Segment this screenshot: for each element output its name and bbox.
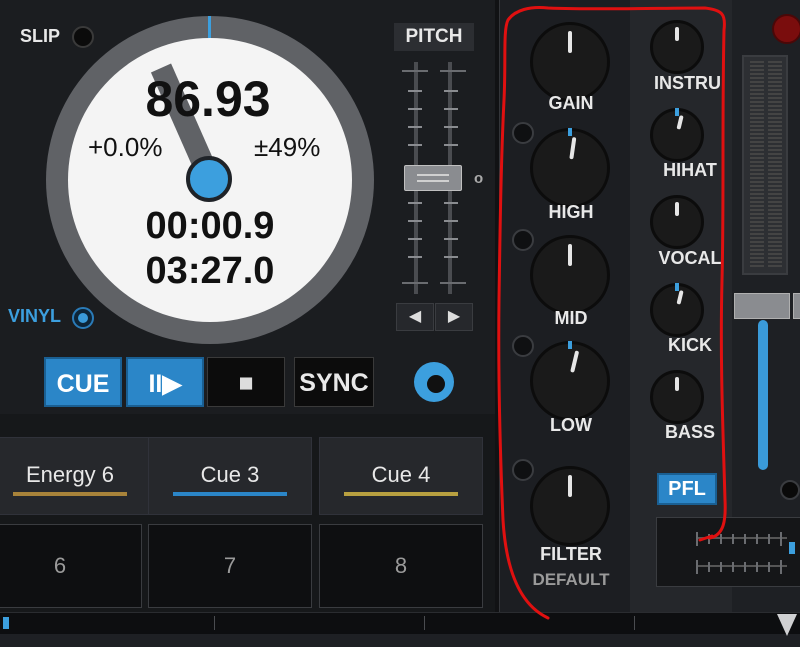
hotcue-button-3[interactable]: Cue 4 <box>319 437 483 515</box>
timeline-tick <box>214 616 215 630</box>
stop-button[interactable]: ■ <box>207 357 285 407</box>
hotcue-color-bar <box>13 492 127 496</box>
kick-stem-label: KICK <box>668 335 712 355</box>
pitch-range[interactable]: ±49% <box>254 132 320 163</box>
platter-hub <box>186 156 232 202</box>
knob-position-marker <box>568 128 572 136</box>
vocal-stem-knob[interactable] <box>650 195 704 249</box>
elapsed-time: 00:00.9 <box>145 205 275 247</box>
play-pause-button[interactable]: II▶ <box>126 357 204 407</box>
high-eq-knob[interactable] <box>530 128 610 208</box>
mid-eq-label: MID <box>554 308 588 328</box>
timeline-play-marker <box>3 617 9 629</box>
high-eq-label: HIGH <box>548 202 594 222</box>
filter-knob[interactable] <box>530 466 610 546</box>
kick-stem-knob[interactable] <box>650 283 704 337</box>
vu-meter <box>742 55 788 275</box>
hihat-stem-label: HIHAT <box>663 160 717 180</box>
hotcue-button-1[interactable]: Energy 6 <box>0 437 152 515</box>
hotcue-color-bar <box>173 492 287 496</box>
low-kill-toggle[interactable] <box>512 335 534 357</box>
pfl-button[interactable]: PFL <box>657 473 717 505</box>
timeline-tick <box>634 616 635 630</box>
low-eq-label: LOW <box>550 415 592 435</box>
channel-fader-handle[interactable] <box>734 293 790 319</box>
hotcue-button-2[interactable]: Cue 3 <box>148 437 312 515</box>
hotcue-label: Cue 4 <box>371 462 431 487</box>
knob-position-marker <box>568 341 572 349</box>
remaining-time: 03:27.0 <box>145 250 275 292</box>
gain-label: GAIN <box>548 93 594 113</box>
crossfader-assign-toggle[interactable] <box>780 480 800 500</box>
gain-knob[interactable] <box>530 22 610 102</box>
crossfader-scale <box>696 532 795 574</box>
timeline-tick <box>424 616 425 630</box>
pad-8[interactable]: 8 <box>319 524 483 608</box>
high-kill-toggle[interactable] <box>512 122 534 144</box>
vinyl-label: VINYL <box>8 306 62 326</box>
filter-mode-label: DEFAULT <box>532 570 610 589</box>
pad-6[interactable]: 6 <box>0 524 142 608</box>
mid-kill-toggle[interactable] <box>512 229 534 251</box>
hotcue-color-bar <box>344 492 458 496</box>
cue-button[interactable]: CUE <box>44 357 122 407</box>
hotcue-label: Energy 6 <box>25 462 115 487</box>
pitch-bend-down-button[interactable]: ◀ <box>396 303 434 331</box>
timeline-playhead-icon[interactable] <box>777 614 797 636</box>
hihat-stem-knob[interactable] <box>650 108 704 162</box>
vocal-stem-label: VOCAL <box>658 248 722 268</box>
instrument-stem-knob[interactable] <box>650 20 704 74</box>
channel-fader-handle-right[interactable] <box>793 293 800 319</box>
bass-stem-label: BASS <box>664 422 715 442</box>
low-eq-knob[interactable] <box>530 341 610 421</box>
vinyl-toggle[interactable] <box>72 307 94 329</box>
hotcue-label: Cue 3 <box>200 462 260 487</box>
pitch-slider-handle[interactable] <box>404 165 462 191</box>
bpm-display: 86.93 <box>145 71 271 127</box>
instrument-stem-label: INSTRU <box>654 73 721 93</box>
crossfader[interactable] <box>656 517 800 587</box>
filter-label: FILTER <box>540 544 602 564</box>
pitch-percent: +0.0% <box>88 132 163 162</box>
channel-fader-track[interactable] <box>758 320 768 470</box>
knob-position-marker <box>675 283 679 291</box>
pitch-bend-up-button[interactable]: ▶ <box>435 303 473 331</box>
loop-ring-icon[interactable] <box>414 362 454 402</box>
knob-position-marker <box>675 108 679 116</box>
filter-toggle[interactable] <box>512 459 534 481</box>
pad-7[interactable]: 7 <box>148 524 312 608</box>
mid-eq-knob[interactable] <box>530 235 610 315</box>
pitch-label: PITCH <box>394 23 474 51</box>
pitch-zero-marker: o <box>474 170 484 187</box>
bass-stem-knob[interactable] <box>650 370 704 424</box>
timeline-base-bar <box>0 634 800 647</box>
sync-button[interactable]: SYNC <box>294 357 374 407</box>
clip-indicator <box>772 14 800 44</box>
